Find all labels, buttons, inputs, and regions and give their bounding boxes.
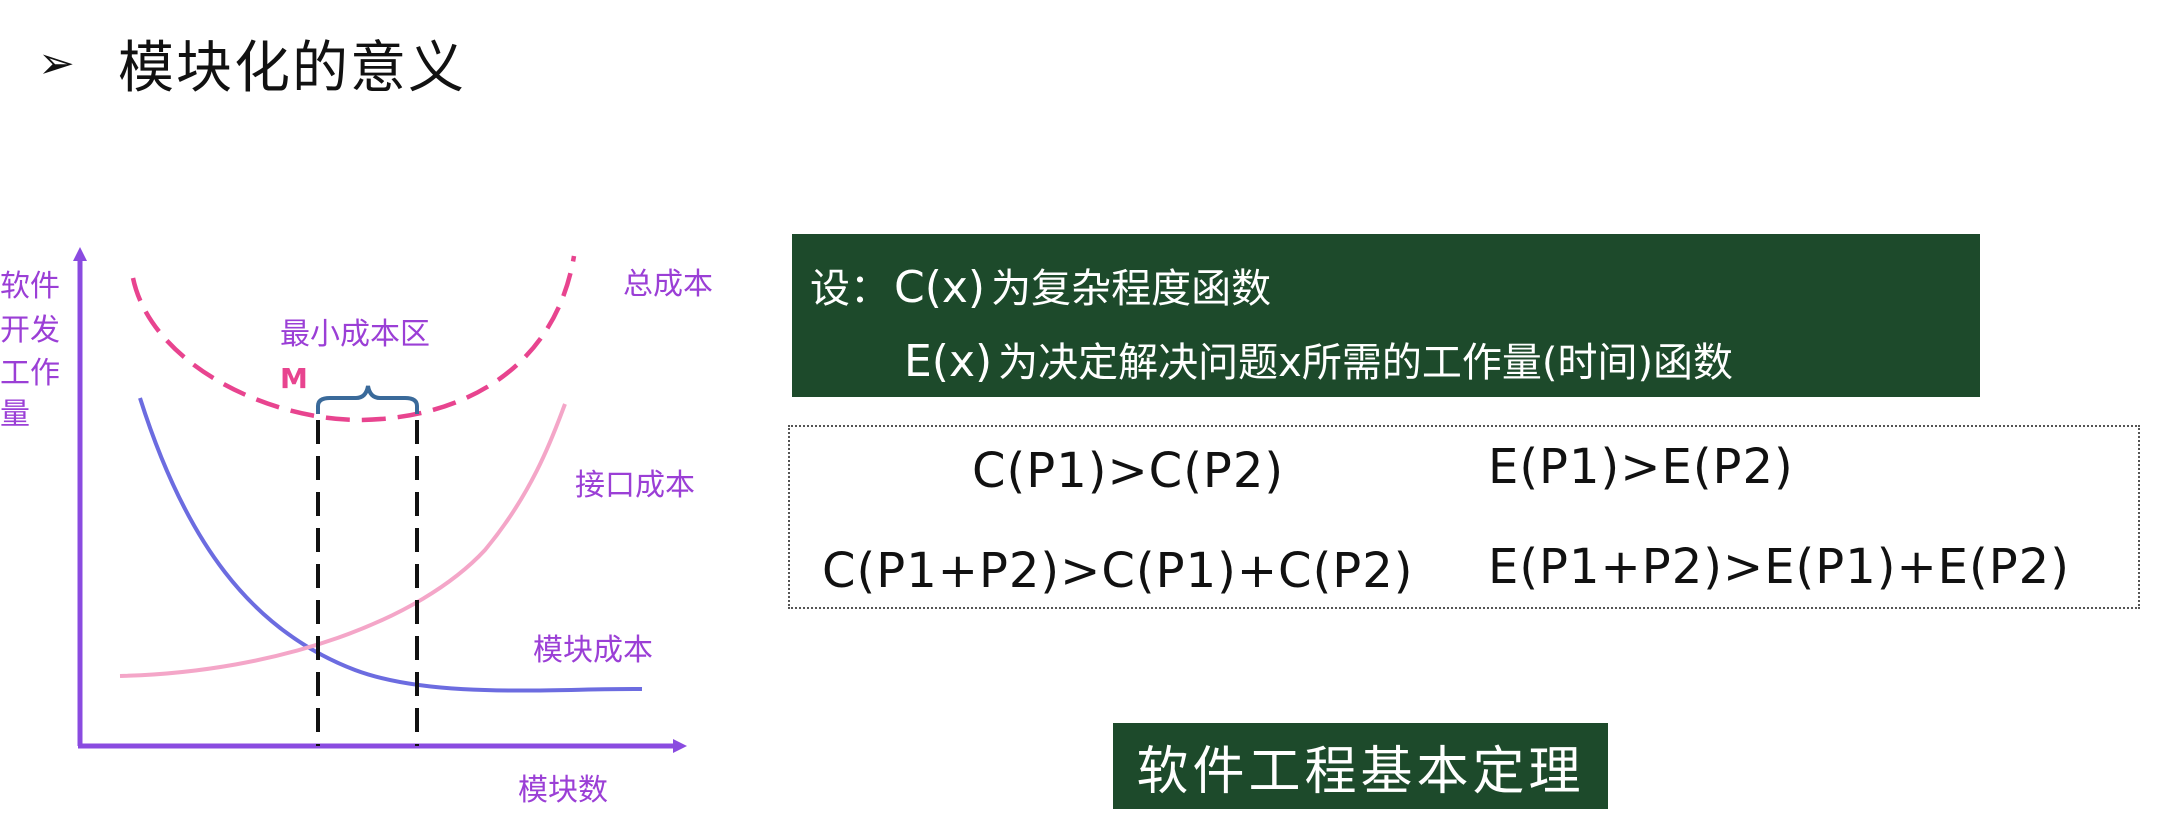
fundamental-theorem-label: 软件工程基本定理 bbox=[1113, 723, 1608, 809]
y-axis-label-line-3: 工作 bbox=[0, 356, 60, 391]
inequalities-box: C(P1)>C(P2) E(P1)>E(P2) C(P1+P2)>C(P1)+C… bbox=[788, 425, 2140, 609]
definition-box: 设：C(x) 为复杂程度函数 E(x) 为决定解决问题x所需的工作量(时间)函数 bbox=[792, 234, 1980, 397]
title-text: 模块化的意义 bbox=[118, 35, 466, 101]
slide-title: ➢ 模块化的意义 bbox=[38, 18, 466, 108]
y-axis-label-line-4: 量 bbox=[0, 397, 30, 432]
effort-function-description: 为决定解决问题x所需的工作量(时间)函数 bbox=[998, 340, 1734, 386]
definition-prefix: 设： bbox=[810, 266, 890, 312]
y-axis-label-line-2: 开发 bbox=[0, 313, 60, 348]
complexity-function-description: 为复杂程度函数 bbox=[991, 266, 1272, 312]
y-axis-label-line-1: 软件 bbox=[0, 269, 60, 304]
effort-function-symbol: E(x) bbox=[904, 336, 993, 387]
cost-diagram: 软件 开发 工作 量 模块数 最小成本区 M 总成本 接口成本 模块成本 bbox=[0, 247, 713, 808]
definition-line-1: 设：C(x) 为复杂程度函数 bbox=[810, 256, 1271, 314]
min-region-brace bbox=[316, 385, 419, 414]
min-cost-region-label: 最小成本区 bbox=[280, 317, 430, 352]
interface-cost-curve bbox=[119, 403, 567, 678]
total-cost-label: 总成本 bbox=[623, 267, 713, 302]
complexity-inequality-2: C(P1+P2)>C(P1)+C(P2) bbox=[822, 543, 1414, 599]
module-cost-label: 模块成本 bbox=[533, 633, 653, 668]
definition-line-2: E(x) 为决定解决问题x所需的工作量(时间)函数 bbox=[904, 330, 1733, 388]
m-marker-label: M bbox=[280, 362, 308, 395]
bullet-arrow-icon: ➢ bbox=[38, 37, 75, 89]
effort-inequality-1: E(P1)>E(P2) bbox=[1488, 439, 1794, 495]
x-axis-label: 模块数 bbox=[518, 773, 608, 808]
interface-cost-label: 接口成本 bbox=[575, 468, 695, 503]
complexity-function-symbol: C(x) bbox=[894, 262, 986, 313]
complexity-inequality-1: C(P1)>C(P2) bbox=[972, 443, 1285, 499]
effort-inequality-2: E(P1+P2)>E(P1)+E(P2) bbox=[1488, 539, 2070, 595]
